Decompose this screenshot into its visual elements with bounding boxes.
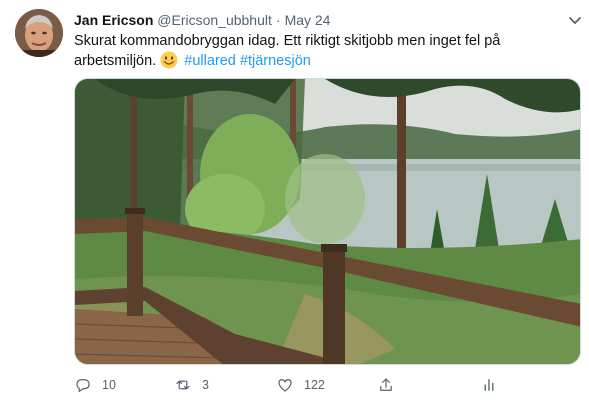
like-count: 122 xyxy=(304,378,325,392)
share-button[interactable] xyxy=(377,374,395,396)
tweet-date[interactable]: May 24 xyxy=(285,12,331,28)
smiling-face-emoji xyxy=(160,51,178,69)
like-icon xyxy=(278,379,292,392)
reply-icon xyxy=(76,379,90,392)
tweet-text-line1: Skurat kommandobryggan idag. Ett riktigt… xyxy=(74,33,501,49)
retweet-button[interactable]: 3 xyxy=(174,374,209,396)
tweet-action-bar: 10 3 122 xyxy=(74,374,514,396)
analytics-button[interactable] xyxy=(480,374,498,396)
author-handle[interactable]: @Ericson_ubbhult xyxy=(157,12,272,28)
hashtag-tjarnesjon[interactable]: #tjärnesjön xyxy=(240,53,311,69)
share-icon xyxy=(380,378,392,391)
tweet-header: Jan Ericson @Ericson_ubbhult · May 24 xyxy=(74,11,330,29)
retweet-count: 3 xyxy=(202,378,209,392)
tweet-text: Skurat kommandobryggan idag. Ett riktigt… xyxy=(74,31,554,71)
analytics-icon xyxy=(484,379,494,391)
reply-button[interactable]: 10 xyxy=(74,374,116,396)
author-name[interactable]: Jan Ericson xyxy=(74,12,153,28)
chevron-down-icon[interactable] xyxy=(565,10,585,30)
hashtag-ullared[interactable]: #ullared xyxy=(184,53,236,69)
separator-dot: · xyxy=(275,12,281,28)
tweet-photo[interactable] xyxy=(74,78,581,365)
avatar[interactable] xyxy=(15,9,63,57)
like-button[interactable]: 122 xyxy=(276,374,325,396)
retweet-icon xyxy=(176,380,190,390)
reply-count: 10 xyxy=(102,378,116,392)
tweet-text-line2: arbetsmiljön. xyxy=(74,53,157,69)
